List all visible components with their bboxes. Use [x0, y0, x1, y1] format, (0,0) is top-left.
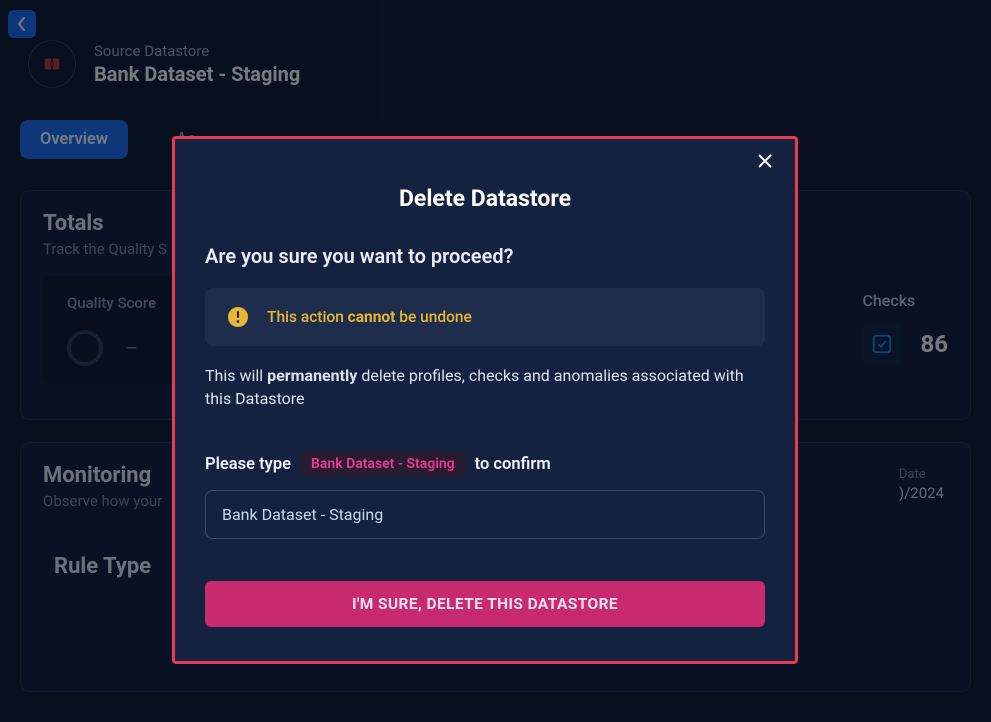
warning-text: This action cannot be undone	[267, 308, 472, 326]
close-icon	[757, 153, 773, 169]
warn-suffix: be undone	[395, 308, 471, 326]
modal-title: Delete Datastore	[205, 185, 765, 212]
warn-bold: cannot	[348, 308, 396, 326]
close-button[interactable]	[757, 153, 777, 173]
confirm-label: Please type Bank Dataset - Staging to co…	[205, 452, 765, 476]
perm-prefix: This will	[205, 366, 267, 385]
permanent-delete-text: This will permanently delete profiles, c…	[205, 364, 765, 410]
modal-subtitle: Are you sure you want to proceed?	[205, 244, 765, 268]
delete-datastore-modal: Delete Datastore Are you sure you want t…	[172, 136, 798, 664]
confirm-input[interactable]	[205, 490, 765, 539]
warn-prefix: This action	[267, 308, 348, 326]
confirm-badge: Bank Dataset - Staging	[301, 452, 465, 476]
delete-confirm-button[interactable]: I'M SURE, DELETE THIS DATASTORE	[205, 581, 765, 627]
warning-icon	[227, 306, 249, 328]
perm-bold: permanently	[267, 366, 357, 385]
confirm-prefix: Please type	[205, 455, 291, 474]
warning-box: This action cannot be undone	[205, 288, 765, 346]
confirm-suffix: to confirm	[475, 455, 551, 474]
